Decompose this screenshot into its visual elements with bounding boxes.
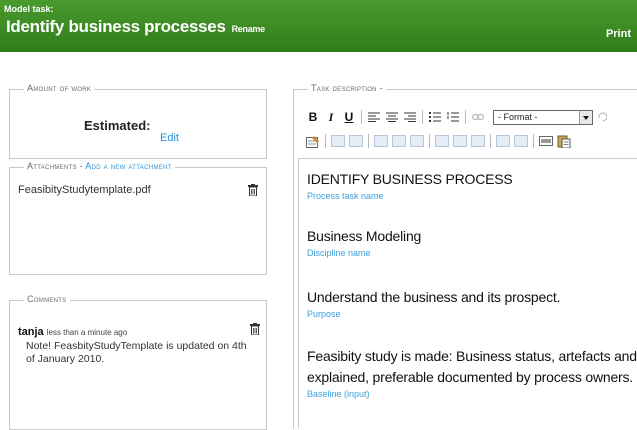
toolbar-separator (465, 110, 466, 124)
rename-link[interactable]: Rename (232, 24, 266, 34)
delete-row-icon[interactable] (392, 135, 406, 147)
comments-panel: Comments tanja less than a minute ago Not… (9, 294, 267, 430)
format-select-value: - Format - (498, 111, 538, 122)
toolbar-separator (361, 110, 362, 124)
bullet-list-icon[interactable] (427, 110, 443, 124)
attachments-panel: Attachments - Add a new attachment Feasi… (9, 161, 267, 275)
align-center-icon[interactable] (384, 110, 400, 124)
table-row-icon[interactable] (331, 135, 345, 147)
align-right-icon[interactable] (402, 110, 418, 124)
model-task-label: Model task: (4, 4, 54, 14)
editor-caption-purpose: Purpose (307, 309, 341, 319)
split-cells-icon[interactable] (471, 135, 485, 147)
add-attachment-link[interactable]: Add a new attachment (85, 161, 171, 171)
format-select[interactable]: - Format - (493, 109, 593, 125)
amount-of-work-panel: Amount of work Estimated: Edit (9, 83, 267, 159)
table-properties-icon[interactable] (496, 135, 510, 147)
task-description-legend: Task description - (308, 83, 386, 93)
comment-header: tanja less than a minute ago (18, 326, 127, 338)
attachments-legend: Attachments - Add a new attachment (24, 161, 175, 171)
bold-button[interactable]: B (304, 110, 322, 124)
toolbar-separator (325, 134, 326, 148)
toolbar-separator (533, 134, 534, 148)
rich-text-editor[interactable]: IDENTIFY BUSINESS PROCESS Process task n… (298, 158, 637, 429)
align-left-icon[interactable] (366, 110, 382, 124)
editor-text-purpose: Understand the business and its prospect… (307, 289, 561, 305)
editor-caption-discipline-name: Discipline name (307, 248, 371, 258)
merge-cells-icon[interactable] (410, 135, 424, 147)
amount-of-work-legend: Amount of work (24, 83, 95, 93)
editor-toolbar-row-2 (304, 132, 573, 150)
task-description-panel: Task description - B I U - Format - IDEN… (293, 83, 637, 429)
print-link[interactable]: Print (606, 28, 631, 40)
underline-button[interactable]: U (340, 110, 358, 124)
delete-attachment-trash-icon[interactable] (248, 184, 258, 196)
editor-caption-process-task-name: Process task name (307, 191, 384, 201)
insert-row-icon[interactable] (374, 135, 388, 147)
editor-caption-baseline-input: Baseline (input) (307, 389, 370, 399)
italic-button[interactable]: I (322, 110, 340, 125)
paste-icon[interactable] (556, 134, 572, 148)
link-icon[interactable] (470, 110, 486, 124)
edit-estimate-link[interactable]: Edit (160, 132, 179, 144)
comment-text: Note! FeasbityStudyTemplate is updated o… (26, 340, 247, 365)
editor-text-discipline: Business Modeling (307, 228, 422, 244)
comments-legend: Comments (24, 294, 70, 304)
chevron-down-icon (579, 110, 592, 124)
page-title: Identify business processes Rename (6, 17, 265, 37)
table-column-icon[interactable] (349, 135, 363, 147)
cell-properties-icon[interactable] (514, 135, 528, 147)
edit-table-icon[interactable] (305, 134, 321, 148)
comment-time: less than a minute ago (46, 328, 128, 337)
comment-user[interactable]: tanja (18, 326, 44, 338)
insert-column-icon[interactable] (435, 135, 449, 147)
toolbar-separator (368, 134, 369, 148)
estimated-label: Estimated: (84, 118, 151, 133)
html-source-icon[interactable] (538, 134, 554, 148)
toolbar-separator (429, 134, 430, 148)
toolbar-separator (490, 134, 491, 148)
editor-toolbar-row-1: B I U - Format - (304, 108, 611, 126)
editor-text-baseline-line-2: explained, preferable documented by proc… (307, 369, 633, 385)
task-title: Identify business processes (6, 17, 226, 36)
numbered-list-icon[interactable] (445, 110, 461, 124)
undo-icon[interactable] (594, 110, 610, 124)
toolbar-separator (422, 110, 423, 124)
editor-text-baseline-line-1: Feasibity study is made: Business status… (307, 348, 637, 364)
delete-comment-trash-icon[interactable] (250, 323, 260, 335)
task-header: Model task: Identify business processes R… (0, 0, 637, 52)
attachment-file-name[interactable]: FeasibityStudytemplate.pdf (18, 184, 151, 196)
delete-column-icon[interactable] (453, 135, 467, 147)
editor-text-task-name: IDENTIFY BUSINESS PROCESS (307, 171, 513, 187)
